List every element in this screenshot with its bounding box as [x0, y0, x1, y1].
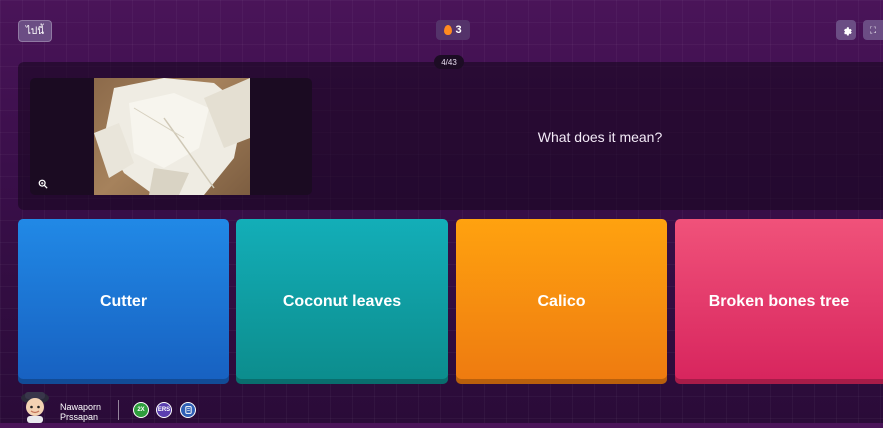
question-media[interactable] [30, 78, 312, 195]
fabric-photo [94, 78, 250, 195]
flame-icon [444, 25, 453, 35]
answer-option-2[interactable]: Coconut leaves [236, 219, 448, 384]
answer-option-3[interactable]: Calico [456, 219, 667, 384]
player-name: Nawaporn Prssapan [60, 402, 120, 422]
streak-saver-icon [184, 406, 192, 414]
divider [118, 400, 119, 420]
answer-option-label: Cutter [99, 292, 148, 310]
powerup-eraser[interactable]: ERS [156, 402, 172, 418]
expand-icon: ⛶ [869, 24, 877, 35]
streak-counter: 3 [436, 20, 470, 40]
answer-option-label: Calico [537, 292, 586, 310]
question-text: What does it mean? [537, 129, 663, 145]
answer-option-label: Broken bones tree [708, 292, 850, 310]
gear-icon [843, 26, 852, 36]
zoom-in-icon [38, 179, 48, 189]
avatar [18, 388, 52, 423]
settings-button[interactable] [836, 20, 856, 40]
question-progress: 4/43 [434, 55, 464, 69]
zoom-button[interactable] [37, 178, 49, 190]
fabric-illustration [94, 78, 250, 195]
exit-button[interactable]: ไปนี้ [18, 20, 52, 42]
eraser-icon: ERS [157, 407, 171, 413]
double-points-icon: 2X [137, 407, 145, 413]
answer-option-label: Coconut leaves [282, 292, 402, 310]
player-last-name: Prssapan [60, 412, 99, 422]
streak-count: 3 [455, 24, 462, 36]
avatar-illustration [21, 392, 49, 423]
player-first-name: Nawaporn [60, 402, 102, 412]
fullscreen-button[interactable]: ⛶ [863, 20, 883, 40]
answer-option-4[interactable]: Broken bones tree [675, 219, 883, 384]
top-bar: ไปนี้ 3 ⛶ [0, 0, 883, 48]
powerup-double-points[interactable]: 2X [133, 402, 149, 418]
player-bar: Nawaporn Prssapan 2X ERS [0, 388, 883, 423]
answer-option-1[interactable]: Cutter [18, 219, 229, 384]
powerup-streak-saver[interactable] [180, 402, 196, 418]
